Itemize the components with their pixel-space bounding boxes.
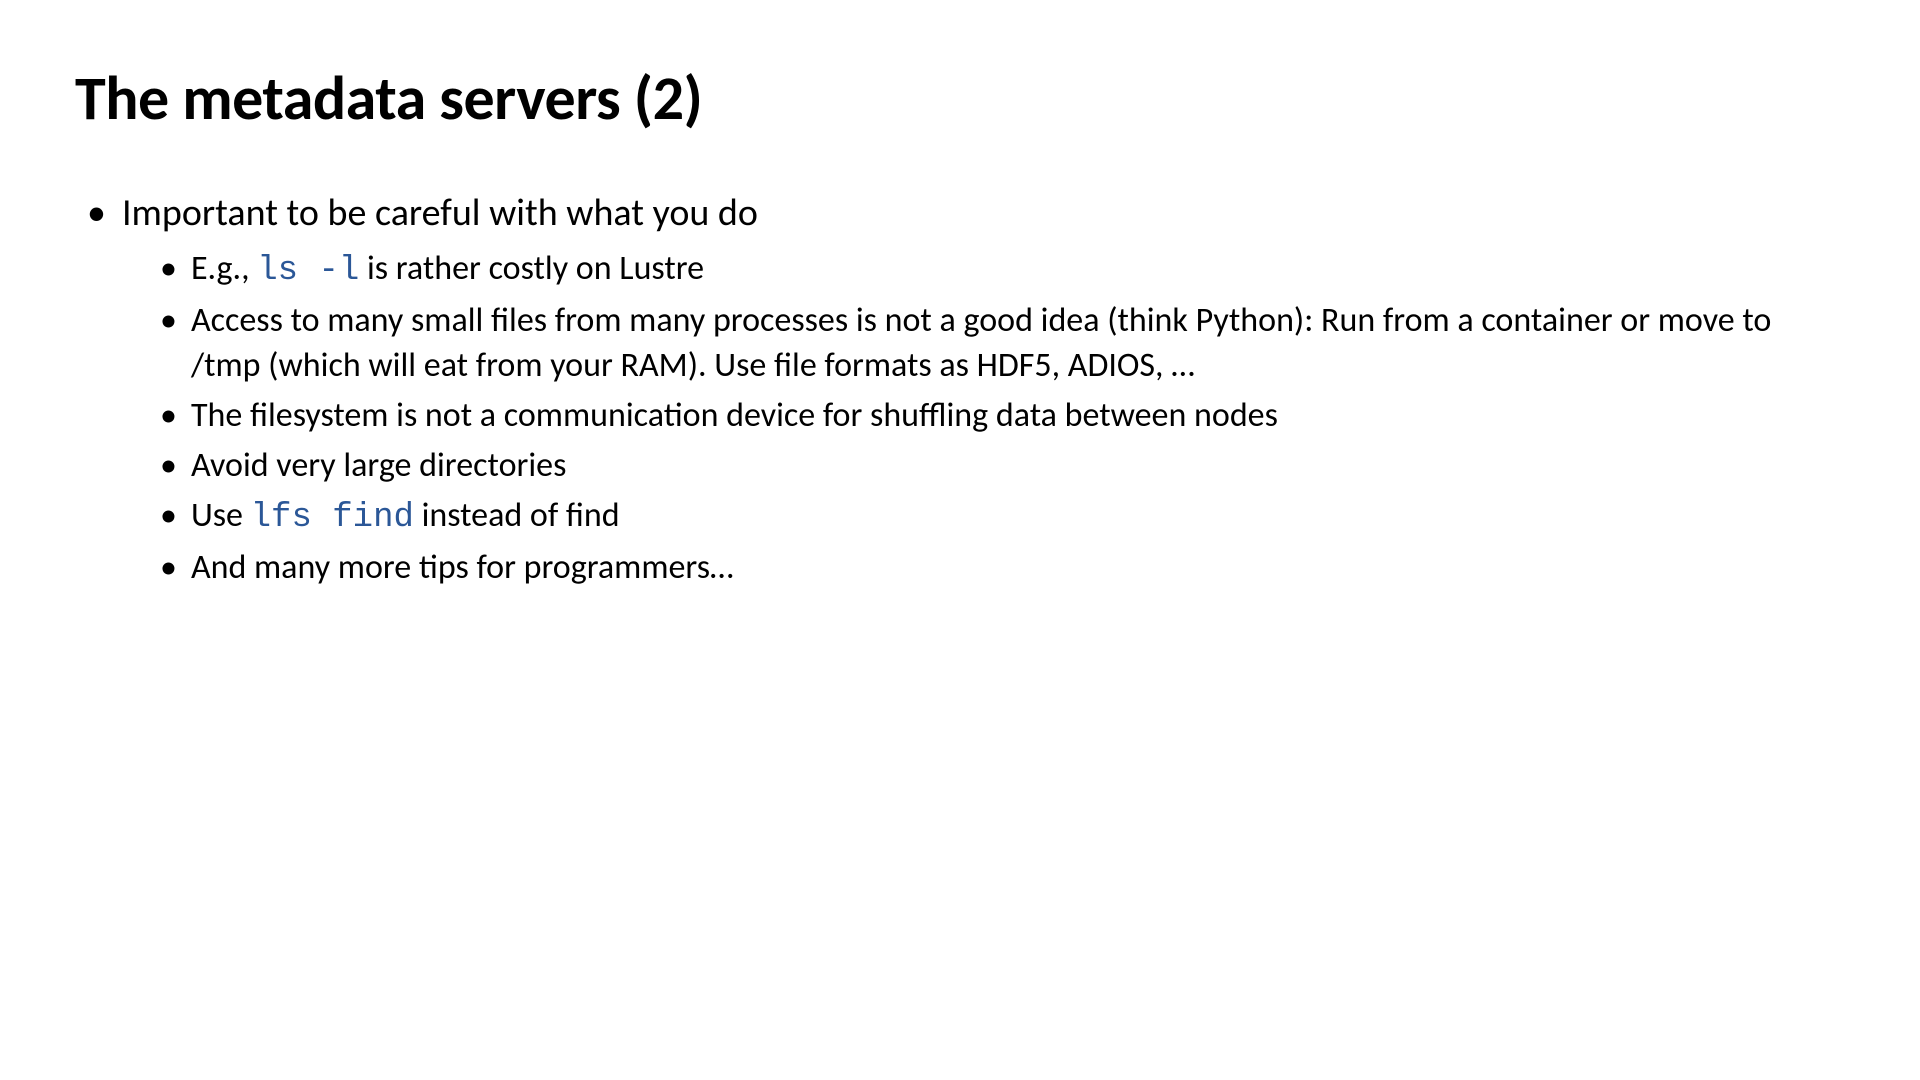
code-lfs-find: lfs find [251, 499, 414, 537]
bullet-main: Important to be careful with what you do [87, 188, 1845, 239]
slide-title: The metadata servers (2) [75, 60, 1845, 136]
bullet-sub4: Avoid very large directories [160, 444, 1845, 488]
bullet-sub1-text: E.g., ls -l is rather costly on Lustre [191, 247, 704, 293]
code-ls-l: ls -l [257, 252, 359, 290]
bullet-sub5-text: Use lfs find instead of find [191, 494, 620, 540]
bullet-sub5: Use lfs find instead of find [160, 494, 1845, 540]
bullet-sub3: The filesystem is not a communication de… [160, 394, 1845, 438]
bullet-sub1-pre: E.g., [191, 248, 257, 289]
bullet-main-text: Important to be careful with what you do [122, 188, 758, 239]
bullet-sub2: Access to many small files from many pro… [160, 299, 1845, 387]
bullet-sub5-post: instead of find [414, 495, 620, 536]
bullet-sub6: And many more tips for programmers… [160, 546, 1845, 590]
bullet-sub3-text: The filesystem is not a communication de… [191, 394, 1278, 438]
bullet-sub1-post: is rather costly on Lustre [359, 248, 704, 289]
bullet-sub1: E.g., ls -l is rather costly on Lustre [160, 247, 1845, 293]
bullet-sub5-pre: Use [191, 495, 251, 536]
bullet-sub6-text: And many more tips for programmers… [191, 546, 734, 590]
bullet-sub4-text: Avoid very large directories [191, 444, 566, 488]
bullet-sub2-text: Access to many small files from many pro… [191, 299, 1845, 387]
